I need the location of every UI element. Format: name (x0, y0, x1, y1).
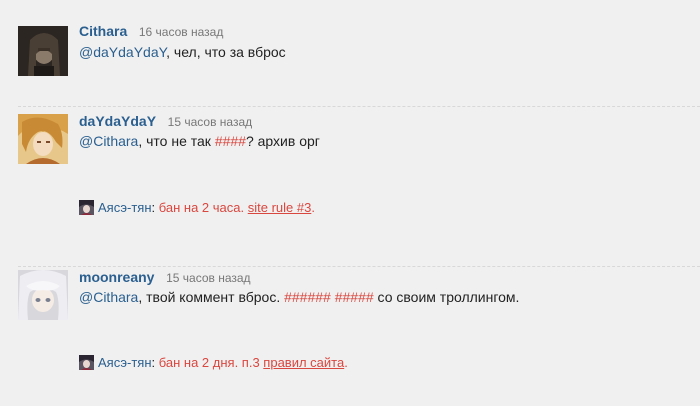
comment-text: @daYdaYdaY, чел, что за вброс (79, 43, 286, 61)
moderation-note: Аясэ-тян: бан на 2 часа. site rule #3. (79, 200, 315, 216)
moderator-avatar[interactable] (79, 355, 94, 370)
timestamp[interactable]: 15 часов назад (168, 115, 252, 129)
comment-text-part: со своим троллингом. (373, 289, 520, 305)
avatar[interactable] (18, 26, 68, 76)
moderation-separator: : (151, 355, 159, 370)
comment-text-part: , что не так (138, 133, 215, 149)
censored-word: #### (214, 133, 246, 149)
comment-text-part: ? архив орг (245, 133, 320, 149)
comment-text-part: , твой коммент вброс. (138, 289, 285, 305)
mention-link[interactable]: @Cithara (79, 133, 138, 149)
rule-link[interactable]: site rule #3 (248, 200, 312, 215)
comment-header: daYdaYdaY 15 часов назад (79, 113, 252, 130)
comment-item: Cithara 16 часов назад @daYdaYdaY, чел, … (0, 0, 700, 108)
mention-link[interactable]: @Cithara (79, 289, 138, 305)
comment-thread: Cithara 16 часов назад @daYdaYdaY, чел, … (0, 0, 700, 406)
timestamp[interactable]: 16 часов назад (139, 25, 223, 39)
comment-text: @Cithara, что не так ####? архив орг (79, 132, 320, 150)
moderator-name[interactable]: Аясэ-тян (98, 200, 152, 215)
comment-text: @Cithara, твой коммент вброс. ###### ###… (79, 288, 519, 306)
moderation-note: Аясэ-тян: бан на 2 дня. п.3 правил сайта… (79, 355, 348, 371)
comment-header: Cithara 16 часов назад (79, 23, 223, 40)
moderation-separator: : (151, 200, 159, 215)
ban-text: бан на 2 часа. (158, 200, 248, 215)
timestamp[interactable]: 15 часов назад (166, 271, 250, 285)
author-name[interactable]: moonreany (79, 269, 154, 285)
comment-header: moonreany 15 часов назад (79, 269, 251, 286)
divider (18, 106, 700, 107)
comment-item: daYdaYdaY 15 часов назад @Cithara, что н… (0, 108, 700, 268)
rule-link[interactable]: правил сайта (263, 355, 344, 370)
ban-text-end: . (311, 200, 315, 215)
comment-text-part: , чел, что за вброс (166, 44, 286, 60)
avatar[interactable] (18, 114, 68, 164)
divider (18, 266, 700, 267)
mention-link[interactable]: @daYdaYdaY (79, 44, 166, 60)
moderator-name[interactable]: Аясэ-тян (98, 355, 152, 370)
comment-item: moonreany 15 часов назад @Cithara, твой … (0, 268, 700, 406)
author-name[interactable]: Cithara (79, 23, 127, 39)
avatar[interactable] (18, 270, 68, 320)
ban-text: бан на 2 дня. п.3 (158, 355, 264, 370)
author-name[interactable]: daYdaYdaY (79, 113, 156, 129)
ban-text-end: . (344, 355, 348, 370)
moderator-avatar[interactable] (79, 200, 94, 215)
censored-word: ###### ##### (284, 289, 374, 305)
